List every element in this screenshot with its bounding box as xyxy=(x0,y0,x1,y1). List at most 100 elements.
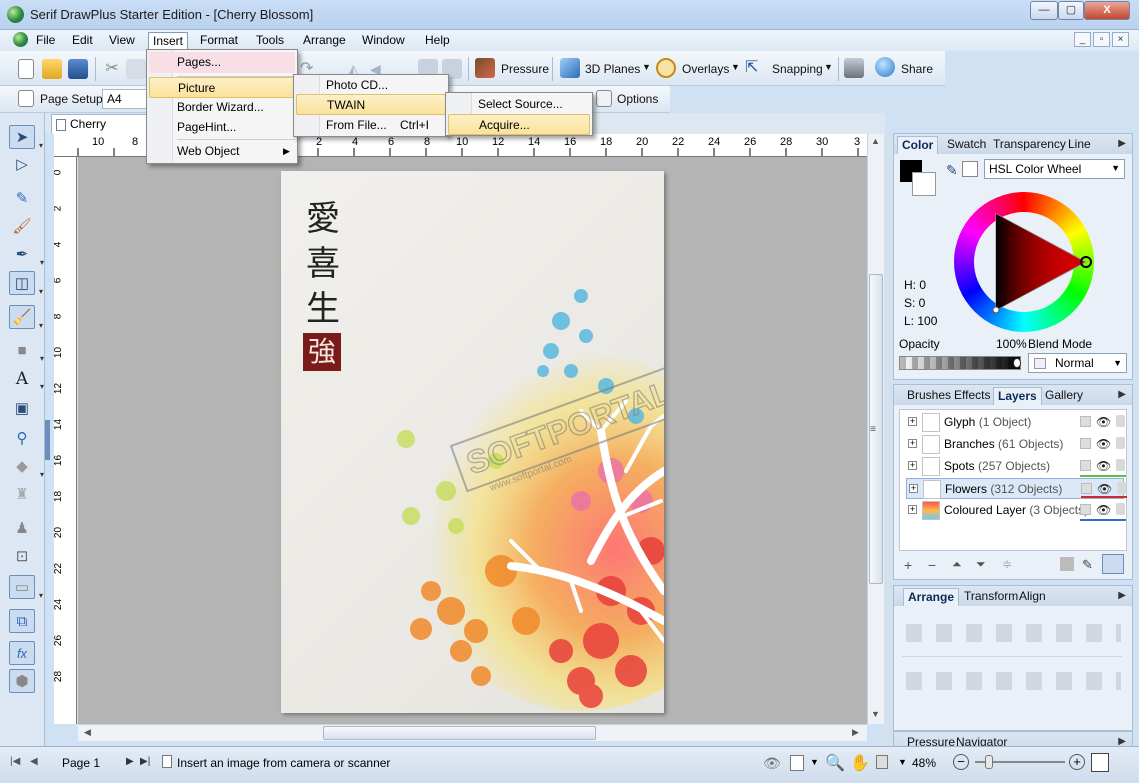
expand-icon[interactable]: + xyxy=(908,505,917,514)
menu-view[interactable]: View xyxy=(105,32,139,50)
menu-edit[interactable]: Edit xyxy=(68,32,97,50)
menu-insert[interactable]: Insert xyxy=(148,32,189,50)
eye-icon[interactable]: 👁 xyxy=(1096,437,1111,451)
chevron-down-icon[interactable]: ▼ xyxy=(642,62,651,72)
tab-swatch[interactable]: Swatch xyxy=(943,136,990,154)
new-icon[interactable] xyxy=(18,59,34,79)
horizontal-scrollbar[interactable]: ◀ ▶ xyxy=(78,724,867,741)
document-page[interactable]: SOFTPORTAL www.softportal.com 愛 喜 生 強 xyxy=(281,171,664,713)
layer-view-icon[interactable] xyxy=(1102,554,1124,574)
add-layer-icon[interactable]: + xyxy=(904,557,912,573)
zoom-in-icon[interactable]: + xyxy=(1069,754,1085,770)
minimize-button[interactable]: — xyxy=(1030,1,1058,20)
rectangle-tool-icon[interactable]: ■ ▾ xyxy=(9,339,44,363)
pointer-tool-icon[interactable]: ➤ ▾ xyxy=(9,125,43,150)
scroll-right-icon[interactable]: ▶ xyxy=(852,727,859,738)
chevron-down-icon[interactable]: ▼ xyxy=(898,757,907,767)
page-indicator[interactable]: Page 1 xyxy=(62,756,100,770)
print-toggle-icon[interactable] xyxy=(1080,460,1091,471)
slider-handle[interactable] xyxy=(1013,358,1021,368)
eye-icon[interactable]: 👁 xyxy=(1096,415,1111,429)
opacity-slider[interactable] xyxy=(899,356,1021,370)
menu-item-pagehint[interactable]: PageHint... xyxy=(149,117,295,138)
expand-icon[interactable]: + xyxy=(908,439,917,448)
menu-arrange[interactable]: Arrange xyxy=(299,32,350,50)
menu-help[interactable]: Help xyxy=(421,32,454,50)
transparency-tool-icon[interactable]: ♜ xyxy=(9,483,35,507)
crop-tool-icon[interactable]: ⊡ xyxy=(9,545,35,569)
print-toggle-icon[interactable] xyxy=(1080,416,1091,427)
toolbar-splitter[interactable] xyxy=(45,420,50,460)
scroll-left-icon[interactable]: ◀ xyxy=(84,727,91,738)
tab-align[interactable]: Align xyxy=(1015,588,1050,606)
node-tool-icon[interactable]: ▷ xyxy=(9,153,35,177)
eraser-tool-icon[interactable]: 🧹 ▾ xyxy=(9,305,43,330)
menu-format[interactable]: Format xyxy=(196,32,242,50)
save-icon[interactable] xyxy=(68,59,88,79)
envelope-tool-icon[interactable]: ⬢ xyxy=(9,669,35,693)
snapping-icon[interactable]: ⇱ xyxy=(745,58,765,78)
layer-row-flowers[interactable]: + Flowers (312 Objects) 👁 xyxy=(906,478,1127,499)
next-page-icon[interactable]: ▶ xyxy=(126,756,134,767)
zoom-fit-icon[interactable] xyxy=(876,755,888,769)
doc-icon[interactable] xyxy=(13,32,28,47)
expand-icon[interactable]: + xyxy=(908,461,917,470)
close-button[interactable]: X xyxy=(1084,1,1130,20)
delete-layer-icon[interactable]: − xyxy=(928,557,936,573)
lock-icon[interactable] xyxy=(1116,459,1125,471)
copy-icon[interactable] xyxy=(126,59,146,79)
menu-item-border-wizard[interactable]: Border Wizard... xyxy=(149,97,295,118)
menu-item-from-file[interactable]: From File... Ctrl+I xyxy=(296,115,446,136)
scroll-down-icon[interactable]: ▼ xyxy=(871,709,880,719)
menu-item-twain[interactable]: TWAIN xyxy=(296,94,446,115)
overlays-label[interactable]: Overlays xyxy=(682,62,729,76)
pencil-tool-icon[interactable]: ✎ xyxy=(9,187,35,211)
tab-color[interactable]: Color xyxy=(897,136,939,154)
edit-layer-icon[interactable]: ✎ xyxy=(1082,557,1093,573)
merge-icon[interactable]: ≑ xyxy=(1002,557,1012,571)
drawing-canvas[interactable]: SOFTPORTAL www.softportal.com 愛 喜 生 強 xyxy=(78,157,867,724)
print-toggle-icon[interactable] xyxy=(1080,504,1091,515)
shape-builder-icon[interactable]: ◫ ▾ xyxy=(9,271,43,296)
scroll-thumb[interactable] xyxy=(323,726,596,740)
document-tab[interactable]: Cherry Blossom xyxy=(51,114,151,149)
open-icon[interactable] xyxy=(42,59,62,79)
hand-tool-icon[interactable]: ✋ xyxy=(850,753,870,773)
vertical-scrollbar[interactable]: ≡ ▲ ▼ xyxy=(867,134,884,724)
overlays-icon[interactable] xyxy=(656,58,676,78)
actual-size-icon[interactable] xyxy=(1091,753,1109,772)
move-down-icon[interactable]: ⏷ xyxy=(976,557,986,572)
options-icon[interactable] xyxy=(596,90,612,107)
first-page-icon[interactable]: |◀ xyxy=(10,756,20,767)
layer-props-icon[interactable] xyxy=(1060,557,1074,571)
options-label[interactable]: Options xyxy=(617,92,658,106)
lock-icon[interactable] xyxy=(1116,437,1125,449)
last-page-icon[interactable]: ▶| xyxy=(140,756,150,767)
tab-effects[interactable]: Effects xyxy=(950,387,994,405)
page-setup-icon[interactable] xyxy=(18,90,34,107)
menu-item-web-object[interactable]: Web Object ▶ xyxy=(149,141,295,162)
layer-row-coloured[interactable]: + Coloured Layer (3 Objects) 👁 xyxy=(906,500,1126,521)
tab-brushes[interactable]: Brushes xyxy=(903,387,955,405)
cut-icon[interactable]: ✂ xyxy=(102,59,122,79)
zoom-level[interactable]: 48% xyxy=(912,756,936,770)
expand-icon[interactable]: + xyxy=(909,484,918,493)
page-setup-label[interactable]: Page Setup xyxy=(40,92,103,106)
print-icon[interactable] xyxy=(844,58,864,78)
print-toggle-icon[interactable] xyxy=(1080,438,1091,449)
eye-icon[interactable]: 👁 xyxy=(1096,503,1111,517)
menu-file[interactable]: File xyxy=(32,32,59,50)
layer-row-spots[interactable]: + Spots (257 Objects) 👁 xyxy=(906,456,1126,477)
layer-row-branches[interactable]: + Branches (61 Objects) 👁 xyxy=(906,434,1125,455)
eye-icon[interactable]: 👁 xyxy=(1096,459,1111,473)
text-tool-icon[interactable]: A ▾ xyxy=(9,367,44,391)
mdi-minimize-button[interactable]: _ xyxy=(1074,32,1091,47)
print-toggle-icon[interactable] xyxy=(1081,483,1092,494)
panel-splitter[interactable] xyxy=(884,134,893,746)
arrange-buttons-row[interactable] xyxy=(906,624,1121,642)
share-icon[interactable] xyxy=(875,57,895,77)
color-picker-icon[interactable]: ⚲ xyxy=(9,427,35,451)
tab-arrange[interactable]: Arrange xyxy=(903,588,960,606)
connector-tool-icon[interactable]: ⧉ xyxy=(9,609,35,633)
tab-transparency[interactable]: Transparency xyxy=(989,136,1070,154)
